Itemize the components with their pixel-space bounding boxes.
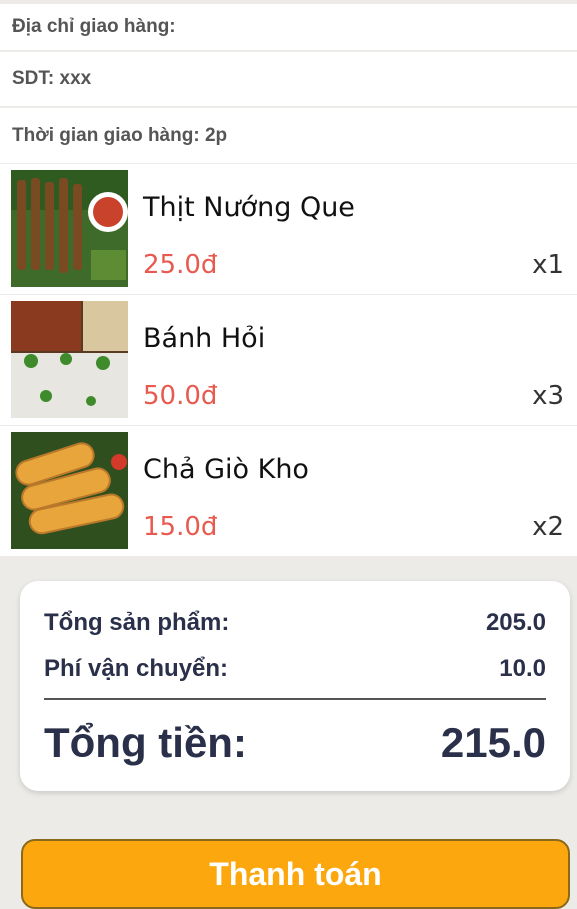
cart-item[interactable]: Chả Giò Kho 15.0đ x2 [0, 426, 577, 556]
shipping-row: Phí vận chuyển: 10.0 [44, 655, 546, 683]
item-name: Bánh Hỏi [143, 323, 266, 354]
summary-divider [44, 698, 546, 700]
order-summary-card: Tổng sản phẩm: 205.0 Phí vận chuyển: 10.… [20, 581, 570, 791]
subtotal-row: Tổng sản phẩm: 205.0 [44, 609, 546, 637]
cart-item-list: Thịt Nướng Que 25.0đ x1 Bánh Hỏi 50.0đ x [0, 164, 577, 556]
cart-item[interactable]: Bánh Hỏi 50.0đ x3 [0, 295, 577, 425]
delivery-time-label: Thời gian giao hàng: 2p [0, 108, 577, 163]
item-name: Thịt Nướng Que [143, 192, 355, 223]
subtotal-label: Tổng sản phẩm: [44, 609, 230, 636]
item-quantity: x1 [532, 250, 564, 280]
banh-hoi-image [11, 301, 128, 418]
phone-label: SDT: xxx [0, 52, 577, 106]
item-price: 15.0đ [143, 512, 218, 542]
item-price: 50.0đ [143, 381, 218, 411]
grilled-skewers-image [11, 170, 128, 287]
delivery-address-label: Địa chỉ giao hàng: [0, 4, 577, 50]
item-name: Chả Giò Kho [143, 454, 309, 485]
total-row: Tổng tiền: 215.0 [44, 719, 546, 767]
spring-rolls-image [11, 432, 128, 549]
item-price: 25.0đ [143, 250, 218, 280]
shipping-value: 10.0 [499, 655, 546, 682]
item-quantity: x3 [532, 381, 564, 411]
item-quantity: x2 [532, 512, 564, 542]
cart-item[interactable]: Thịt Nướng Que 25.0đ x1 [0, 164, 577, 294]
shipping-label: Phí vận chuyển: [44, 655, 229, 682]
total-value: 215.0 [440, 719, 546, 766]
total-label: Tổng tiền: [44, 719, 247, 766]
subtotal-value: 205.0 [485, 609, 546, 636]
checkout-button[interactable]: Thanh toán [21, 839, 570, 909]
